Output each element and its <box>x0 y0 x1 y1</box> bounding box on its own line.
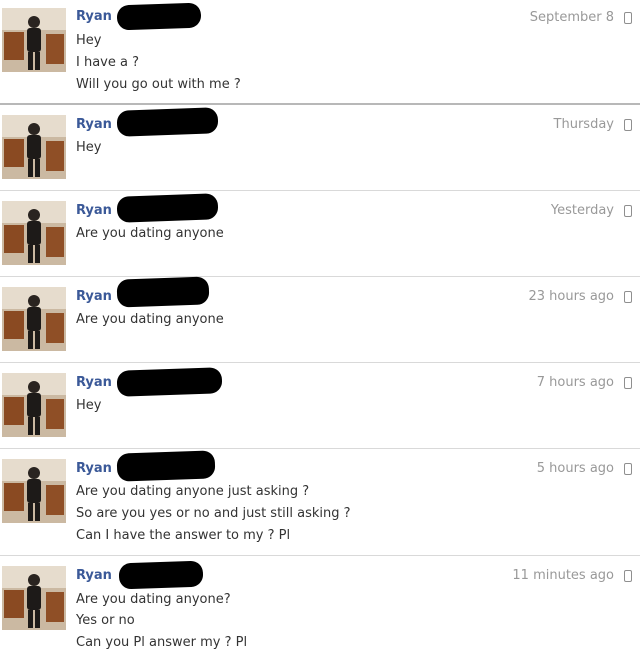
redaction-mark <box>116 276 210 308</box>
timestamp: September 8 <box>529 10 614 25</box>
mobile-phone-icon <box>624 119 632 131</box>
avatar[interactable] <box>2 459 66 523</box>
message-item[interactable]: Ryan 11 minutes ago Are you dating anyon… <box>0 556 640 658</box>
message-item[interactable]: Ryan 23 hours ago Are you dating anyone <box>0 276 640 363</box>
mobile-phone-icon <box>624 12 632 24</box>
timestamp: Thursday <box>553 117 614 132</box>
sender-name[interactable]: Ryan <box>76 117 112 133</box>
message-text: Can you Pl answer my ? Pl <box>76 635 248 650</box>
message-text: Will you go out with me ? <box>76 77 241 92</box>
avatar[interactable] <box>2 287 66 351</box>
redaction-mark <box>116 450 216 482</box>
sender-name[interactable]: Ryan <box>76 461 112 477</box>
sender-name[interactable]: Ryan <box>76 9 112 25</box>
sender-name[interactable]: Ryan <box>76 203 112 219</box>
message-text: Yes or no <box>76 613 135 628</box>
avatar[interactable] <box>2 373 66 437</box>
timestamp: 7 hours ago <box>536 375 614 390</box>
sender-name[interactable]: Ryan <box>76 375 112 391</box>
mobile-phone-icon <box>624 463 632 475</box>
sender-name[interactable]: Ryan <box>76 568 112 584</box>
timestamp: Yesterday <box>550 203 614 218</box>
message-text: So are you yes or no and just still aski… <box>76 506 351 521</box>
mobile-phone-icon <box>624 570 632 582</box>
mobile-phone-icon <box>624 205 632 217</box>
redaction-mark <box>116 367 223 397</box>
avatar[interactable] <box>2 8 66 72</box>
message-item[interactable]: Ryan Thursday Hey <box>0 105 640 191</box>
message-text: Are you dating anyone? <box>76 592 231 607</box>
redaction-mark <box>116 107 219 137</box>
message-text: Are you dating anyone <box>76 312 224 327</box>
message-text: Hey <box>76 140 102 155</box>
timestamp: 23 hours ago <box>528 289 614 304</box>
message-item[interactable]: Ryan 7 hours ago Hey <box>0 363 640 449</box>
mobile-phone-icon <box>624 291 632 303</box>
message-item[interactable]: Ryan September 8 Hey I have a ? Will you… <box>0 0 640 105</box>
timestamp: 5 hours ago <box>536 461 614 476</box>
redaction-mark <box>116 2 202 31</box>
message-text: Can I have the answer to my ? Pl <box>76 528 291 543</box>
message-text: Are you dating anyone <box>76 226 224 241</box>
avatar[interactable] <box>2 201 66 265</box>
message-text: Hey <box>76 33 102 48</box>
sender-name[interactable]: Ryan <box>76 289 112 305</box>
message-item[interactable]: Ryan 5 hours ago Are you dating anyone j… <box>0 449 640 555</box>
avatar[interactable] <box>2 566 66 630</box>
mobile-phone-icon <box>624 377 632 389</box>
redaction-mark <box>118 560 204 590</box>
timestamp: 11 minutes ago <box>512 568 614 583</box>
message-text: I have a ? <box>76 55 139 70</box>
message-text: Hey <box>76 398 102 413</box>
message-item[interactable]: Ryan Yesterday Are you dating anyone <box>0 191 640 277</box>
avatar[interactable] <box>2 115 66 179</box>
redaction-mark <box>116 193 219 223</box>
message-text: Are you dating anyone just asking ? <box>76 484 310 499</box>
